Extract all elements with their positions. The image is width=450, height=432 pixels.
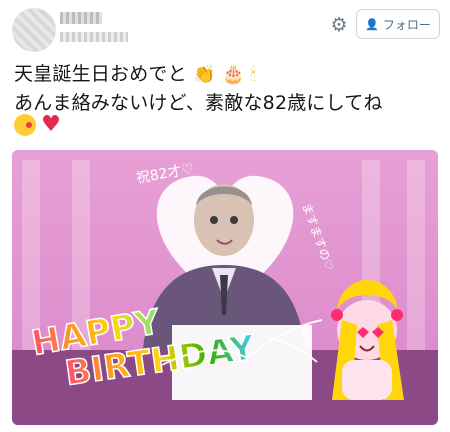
gear-icon[interactable]: ⚙	[328, 14, 350, 36]
blurred-username[interactable]	[60, 12, 102, 24]
clap-icon: 👏	[193, 63, 216, 85]
cake-icon: 🎂	[221, 63, 245, 85]
candle-icon: 🕯	[250, 63, 257, 85]
person-add-icon: 👤	[365, 17, 379, 31]
tweet-text: 天皇誕生日おめでと 👏 🎂 🕯 あんま絡みないけど、素敵な82歳にしてね	[14, 60, 444, 117]
avatar[interactable]	[12, 8, 56, 52]
tweet-photo[interactable]: 祝82才♡ ますますの♡ HAPPY BIRTHDAY	[12, 150, 438, 425]
blurred-handle	[60, 32, 128, 42]
follow-button[interactable]: 👤 フォロー	[356, 9, 440, 39]
photo-illustration: 祝82才♡ ますますの♡ HAPPY BIRTHDAY	[12, 150, 438, 425]
emoji-row: ♥	[14, 114, 62, 140]
heart-icon: ♥	[41, 112, 61, 137]
tweet-header: ⚙ 👤 フォロー	[0, 0, 450, 56]
tweet-line-1: 天皇誕生日おめでと 👏 🎂 🕯	[14, 60, 444, 89]
tweet-line-2: あんま絡みないけど、素敵な82歳にしてね	[14, 91, 383, 114]
kissing-face-icon	[14, 114, 36, 136]
follow-label: フォロー	[382, 17, 431, 32]
